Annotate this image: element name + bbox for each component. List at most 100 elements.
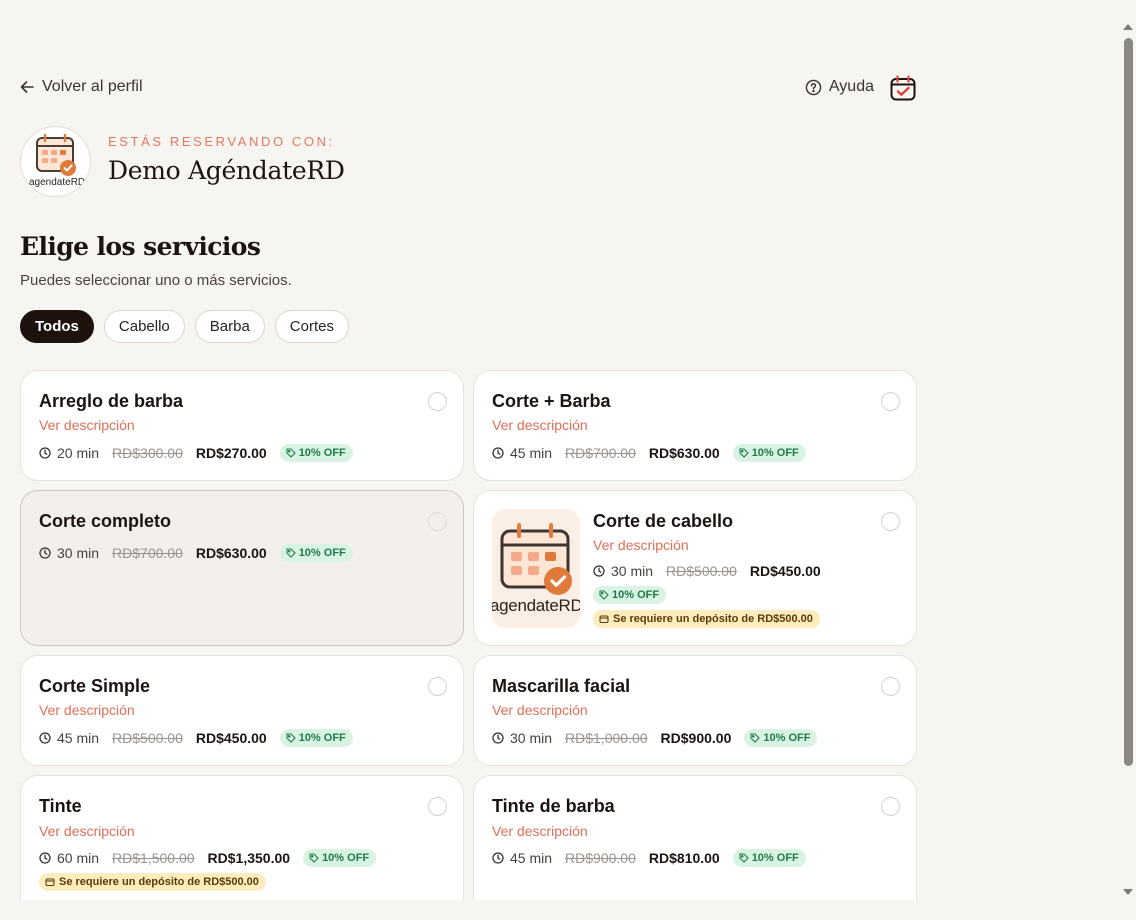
booking-page: Volver al perfil Ayuda agendateRD ESTÁS …	[20, 0, 917, 900]
page-scrollbar[interactable]	[1120, 0, 1136, 920]
discounted-price: RD$450.00	[195, 730, 267, 746]
clock-icon	[39, 732, 51, 744]
original-price: RD$500.00	[666, 563, 737, 579]
discount-badge: 10% OFF	[279, 729, 353, 747]
duration-text: 30 min	[510, 730, 553, 746]
scroll-down-arrow-icon[interactable]	[1123, 889, 1133, 895]
clock-icon	[492, 447, 504, 459]
service-select-radio[interactable]	[881, 392, 900, 411]
discount-badge: 10% OFF	[593, 586, 667, 604]
original-price: RD$700.00	[112, 545, 183, 561]
discount-text: 10% OFF	[751, 447, 799, 459]
service-select-radio[interactable]	[428, 677, 447, 696]
service-select-radio[interactable]	[881, 512, 900, 531]
tag-icon	[599, 590, 609, 600]
business-logo: agendateRD	[20, 126, 91, 197]
service-title: Corte + Barba	[492, 391, 611, 411]
back-link-label: Volver al perfil	[42, 78, 143, 95]
discounted-price: RD$1,350.00	[207, 850, 291, 866]
deposit-text: Se requiere un depósito de RD$500.00	[59, 876, 259, 888]
discount-badge: 10% OFF	[279, 444, 353, 462]
discount-text: 10% OFF	[322, 852, 370, 864]
top-bar: Volver al perfil Ayuda	[20, 74, 917, 102]
tag-icon	[750, 733, 761, 743]
clock-icon	[39, 547, 51, 559]
service-meta: 60 min RD$1,500.00 RD$1,350.00 10% OFF	[39, 849, 377, 867]
service-card[interactable]: Corte Simple Ver descripción 45 min RD$5…	[20, 655, 464, 766]
discount-text: 10% OFF	[298, 547, 346, 559]
filter-chip-cabello[interactable]: Cabello	[103, 310, 185, 343]
filter-chip-cortes[interactable]: Cortes	[274, 310, 349, 343]
help-label: Ayuda	[828, 78, 874, 95]
view-description-link[interactable]: Ver descripción	[39, 823, 135, 839]
filter-chip-todos[interactable]: Todos	[20, 310, 94, 343]
discount-badge: 10% OFF	[744, 729, 818, 747]
discounted-price: RD$630.00	[195, 545, 267, 561]
calendar-check-icon	[890, 75, 916, 101]
calendar-check-button[interactable]	[889, 74, 917, 102]
filter-chip-barba[interactable]: Barba	[194, 310, 265, 343]
discount-text: 10% OFF	[298, 447, 346, 459]
service-card[interactable]: Corte completo 30 min RD$700.00 RD$630.0…	[20, 490, 464, 646]
view-description-link[interactable]: Ver descripción	[593, 537, 689, 553]
original-price: RD$1,500.00	[112, 850, 195, 866]
clock-icon	[492, 852, 504, 864]
discounted-price: RD$810.00	[648, 850, 720, 866]
view-description-link[interactable]: Ver descripción	[492, 702, 588, 718]
duration-text: 45 min	[510, 445, 553, 461]
discounted-price: RD$450.00	[749, 563, 821, 579]
wallet-icon	[45, 878, 55, 887]
duration-text: 20 min	[57, 445, 100, 461]
service-card[interactable]: Arreglo de barba Ver descripción 20 min …	[20, 370, 464, 481]
discount-badge: 10% OFF	[303, 849, 377, 867]
service-select-radio[interactable]	[428, 797, 447, 816]
discount-badge: 10% OFF	[732, 849, 806, 867]
discounted-price: RD$900.00	[660, 730, 732, 746]
service-card[interactable]: Corte + Barba Ver descripción 45 min RD$…	[473, 370, 917, 481]
service-select-radio[interactable]	[428, 512, 447, 531]
service-title: Corte de cabello	[593, 511, 734, 531]
deposit-text: Se requiere un depósito de RD$500.00	[613, 613, 813, 625]
booking-with-label: ESTÁS RESERVANDO CON:	[108, 134, 335, 149]
question-circle-icon	[805, 79, 822, 95]
service-thumbnail: agendateRD	[492, 509, 580, 628]
service-select-radio[interactable]	[428, 392, 447, 411]
duration: 60 min	[39, 850, 99, 866]
service-title: Corte Simple	[39, 676, 151, 696]
tag-icon	[286, 733, 296, 743]
discount-text: 10% OFF	[298, 732, 346, 744]
service-card[interactable]: Mascarilla facial Ver descripción 30 min…	[473, 655, 917, 766]
view-description-link[interactable]: Ver descripción	[492, 823, 588, 839]
view-description-link[interactable]: Ver descripción	[492, 417, 588, 433]
tag-icon	[286, 548, 296, 558]
scrollbar-thumb[interactable]	[1124, 38, 1133, 766]
page-title: Elige los servicios	[20, 232, 261, 261]
clock-icon	[593, 565, 605, 577]
service-meta: 30 min RD$1,000.00 RD$900.00 10% OFF	[492, 729, 818, 747]
duration-text: 30 min	[611, 563, 654, 579]
scroll-up-arrow-icon[interactable]	[1123, 24, 1133, 30]
discount-text: 10% OFF	[751, 852, 799, 864]
service-card[interactable]: agendateRD Corte de cabello Ver descripc…	[473, 490, 917, 646]
tag-icon	[309, 853, 319, 863]
logo-wordmark: agendateRD	[29, 177, 86, 188]
discount-text: 10% OFF	[612, 589, 660, 601]
service-meta: 45 min RD$700.00 RD$630.00 10% OFF	[492, 444, 806, 462]
help-link[interactable]: Ayuda	[805, 78, 874, 96]
duration: 45 min	[39, 730, 99, 746]
service-select-radio[interactable]	[881, 797, 900, 816]
deposit-required-badge: Se requiere un depósito de RD$500.00	[593, 610, 820, 628]
service-select-radio[interactable]	[881, 677, 900, 696]
duration-text: 30 min	[57, 545, 100, 561]
back-to-profile-link[interactable]: Volver al perfil	[20, 78, 143, 96]
arrow-left-icon	[20, 81, 34, 93]
tag-icon	[286, 448, 296, 458]
service-card[interactable]: Tinte Ver descripción 60 min RD$1,500.00…	[20, 775, 464, 900]
tag-icon	[739, 448, 749, 458]
view-description-link[interactable]: Ver descripción	[39, 702, 135, 718]
service-title: Corte completo	[39, 511, 172, 531]
duration: 45 min	[492, 445, 552, 461]
service-card[interactable]: Tinte de barba Ver descripción 45 min RD…	[473, 775, 917, 900]
view-description-link[interactable]: Ver descripción	[39, 417, 135, 433]
original-price: RD$500.00	[112, 730, 183, 746]
